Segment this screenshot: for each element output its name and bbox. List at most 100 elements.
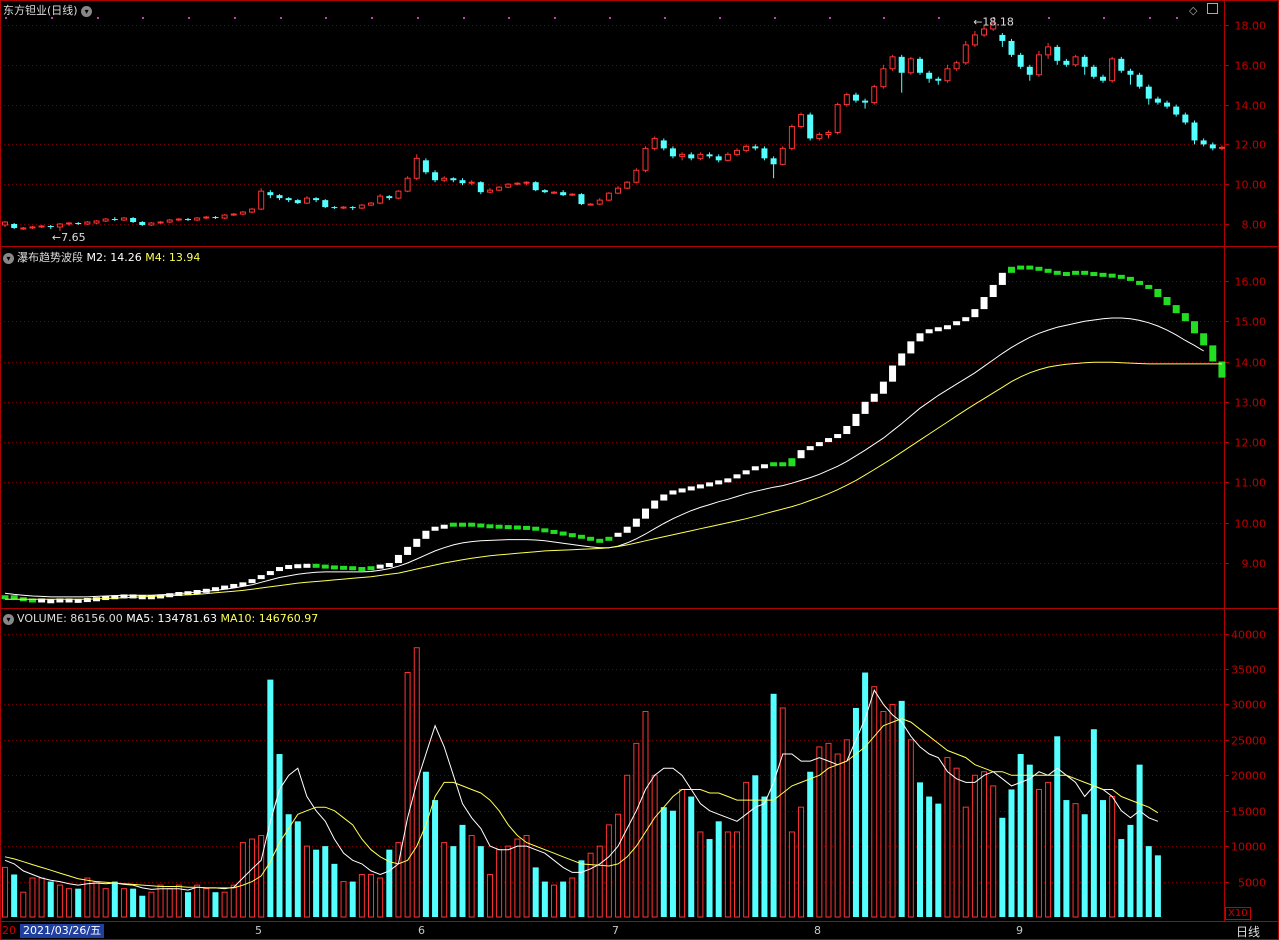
indicator-block-green [321,564,329,569]
indicator-block-white [989,284,997,298]
volume-bar [880,711,887,918]
event-marker [234,17,236,19]
volume-bar [1136,764,1143,917]
candle-body [285,198,292,201]
volume-bar [340,881,347,918]
window-icon[interactable] [1206,3,1218,14]
indicator-block-green [1008,266,1015,273]
indicator-block-white [916,333,924,342]
volume-bar [20,891,27,918]
indicator-block-white [760,464,768,469]
candle-body [166,219,173,223]
volume-bar [111,881,118,917]
volume-bar [294,821,301,917]
indicator-block-white [834,434,842,439]
candle-body [926,72,933,79]
period-tab[interactable]: 日线 [1236,923,1260,940]
indicator-block-white [623,526,631,533]
indicator-block-green [523,525,531,530]
candle-body [889,56,896,70]
indicator-block-green [1053,270,1061,275]
ma5-value: 134781.63 [157,612,218,625]
price-axis-tick-label: 16.00 [1235,60,1267,73]
volume-bar [551,884,557,918]
volume-bar [441,842,448,918]
volume-bar [212,892,219,917]
candle-body [669,148,676,157]
candle-body [75,223,82,225]
event-marker [1149,17,1151,19]
volume-dropdown-icon[interactable]: ▾ [3,613,14,625]
indicator-block-white [934,327,942,332]
volume-axis-tick-label: 35000 [1231,664,1266,677]
indicator-header: ▾ 瀑布趋势波段 M2: 14.26 M4: 13.94 [3,249,200,265]
candle-body [898,56,905,73]
indicator-block-white [303,563,311,568]
chevron-down-icon[interactable]: ▾ [81,5,93,17]
indicator-axis-tick-label: 11.00 [1235,477,1267,490]
volume-bar [807,771,814,917]
volume-bar [221,891,228,918]
volume-bar [47,881,54,917]
indicator-block-white [998,272,1006,285]
candle-body [788,125,795,149]
candle-body [560,192,567,196]
cursor-date: 2021/03/26/五 [20,924,105,938]
candle-body [358,204,365,209]
volume-bar [596,845,603,918]
volume-bar [587,852,594,918]
volume-bar [249,838,256,918]
volume-bar [1109,796,1116,918]
volume-bar [358,873,365,918]
candle-body [541,190,548,193]
candle-body [688,154,695,159]
candle-body [38,225,45,228]
diamond-icon[interactable]: ◇ [1189,4,1197,17]
volume-bar [798,806,805,918]
event-marker [1103,17,1105,19]
indicator-block-green [1,595,9,600]
candle-body [130,218,137,223]
candle-body [459,180,466,184]
candle-body [505,183,512,188]
candle-body [1045,46,1052,56]
indicator-block-white [898,353,906,366]
title-bar: 东方钽业(日线) ▾ [3,2,95,18]
candle-body [422,160,429,173]
ma10-label: MA10: [220,612,256,625]
candle-body [624,181,631,189]
volume-bar [1017,754,1024,917]
candle-body [578,194,585,205]
m2-label: M2: [86,251,107,264]
indicator-block-white [733,474,741,479]
indicator-block-green [1191,321,1198,334]
candle-body [84,221,91,225]
m4-value: 13.94 [168,251,201,264]
indicator-block-white [669,490,677,495]
candle-body [368,202,374,206]
volume-bar [505,845,512,918]
candle-body [642,147,649,171]
volume-bar [569,877,576,918]
candle-body [971,34,978,46]
candle-body [404,177,411,192]
candle-body [981,28,988,36]
candle-body [569,193,576,196]
volume-bar [322,846,329,917]
candle-body [825,131,832,135]
indicator-block-white [907,341,915,354]
indicator-block-white [642,508,649,519]
stock-chart[interactable]: 8.00 10.00 12.00 14.00 16.00 18.00 9.00 10.00 11… [0,0,1279,940]
volume-bar [743,781,750,918]
indicator-block-white [806,446,814,451]
candle-body [477,182,484,193]
indicator-dropdown-icon[interactable]: ▾ [3,252,14,264]
event-marker [883,17,885,19]
indicator-block-white [943,325,951,330]
volume-bar [175,884,182,918]
volume-bar [468,835,475,918]
volume-axis-tick-label: 25000 [1231,735,1266,748]
indicator-block-green [1081,270,1089,275]
indicator-block-white [815,442,823,447]
candle-body [221,214,228,219]
